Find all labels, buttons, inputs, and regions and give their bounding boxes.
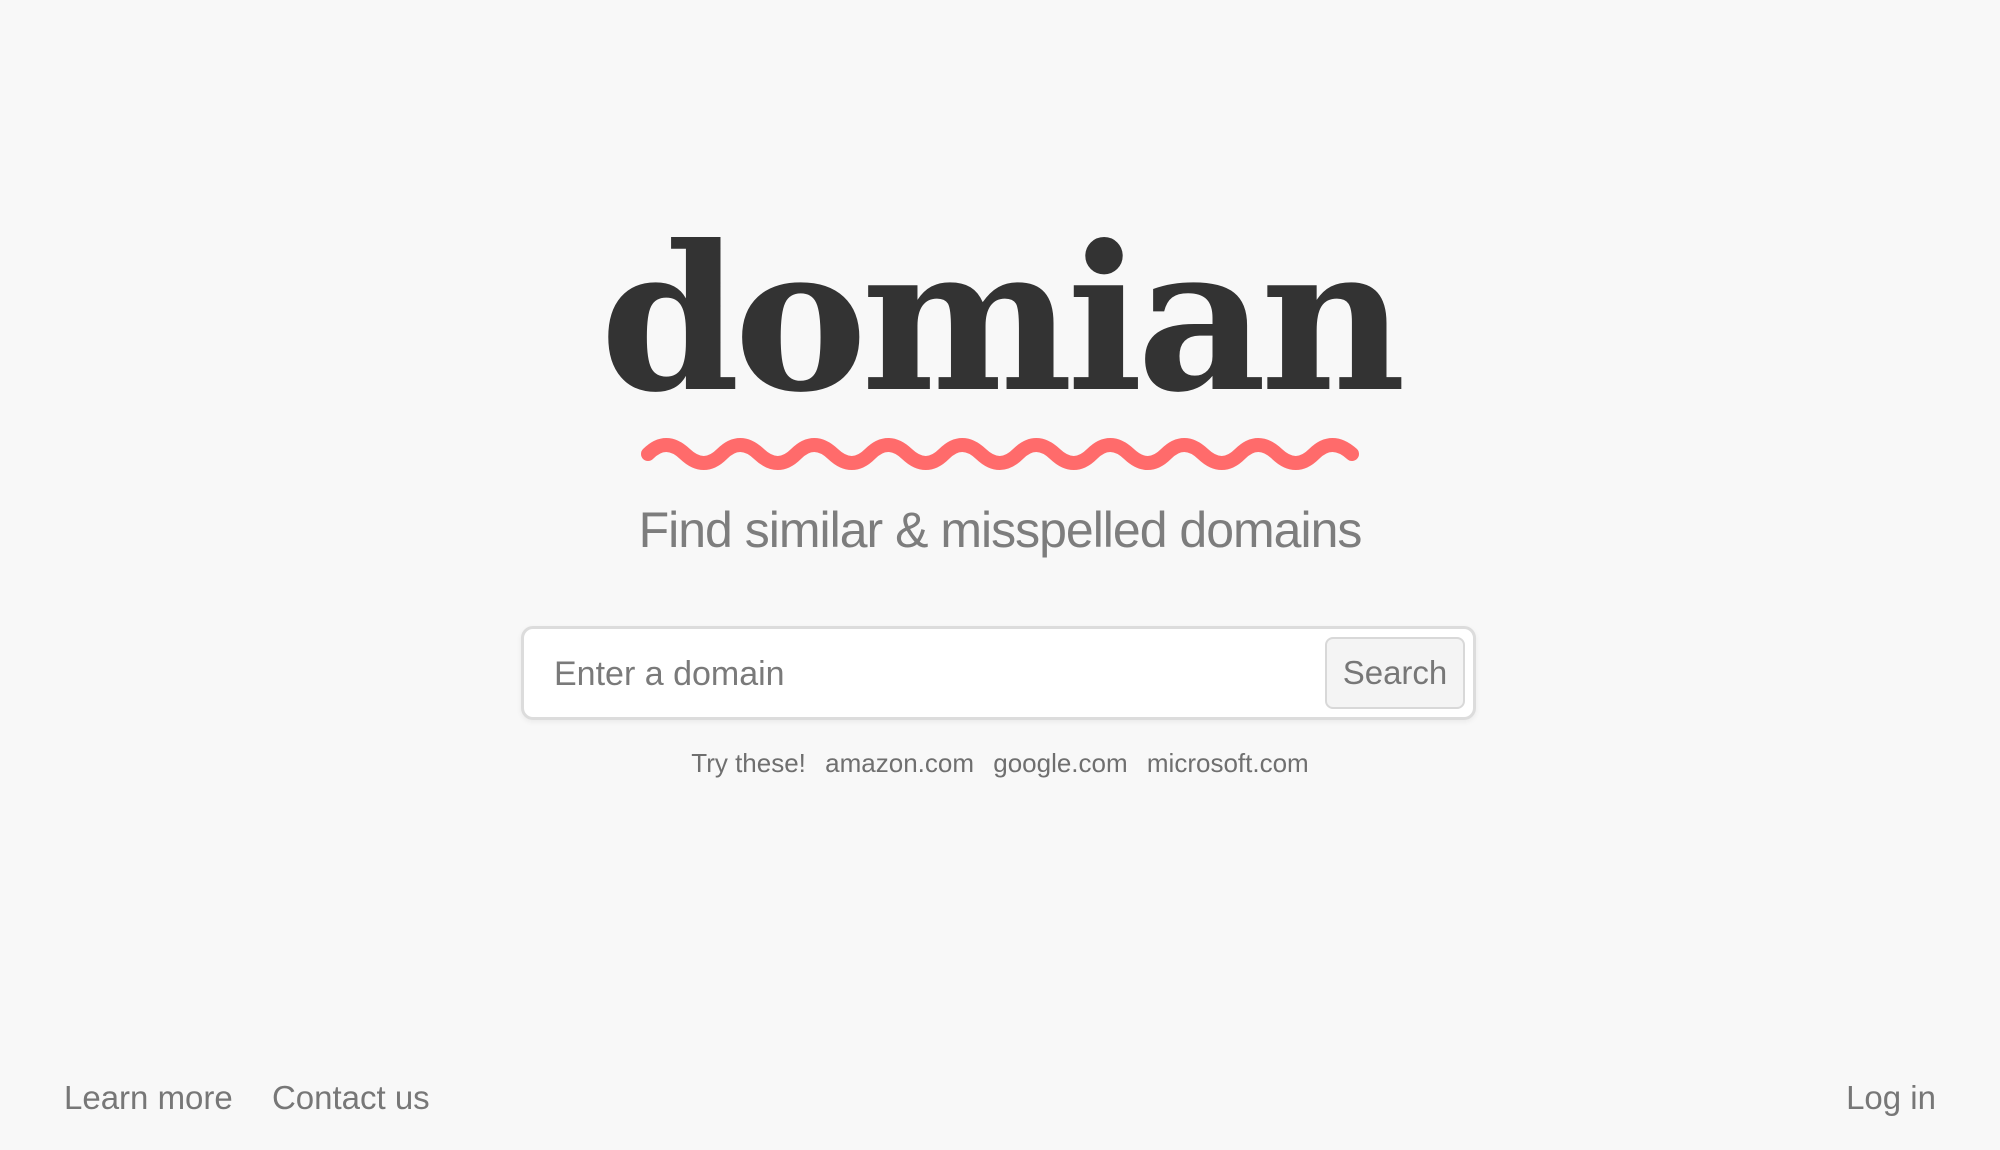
footer-right-links: Log in xyxy=(1846,1078,1936,1118)
suggestions-row: Try these! amazon.com google.com microso… xyxy=(0,745,2000,781)
footer-left-links: Learn more Contact us xyxy=(64,1078,460,1118)
contact-us-link[interactable]: Contact us xyxy=(272,1079,430,1116)
logo-wordmark: domian xyxy=(600,202,1406,437)
suggestion-microsoft[interactable]: microsoft.com xyxy=(1147,748,1309,778)
learn-more-link[interactable]: Learn more xyxy=(64,1079,233,1116)
hero-section: domian Find similar & misspelled domains… xyxy=(0,0,2000,1150)
suggestion-amazon[interactable]: amazon.com xyxy=(825,748,974,778)
search-box: Search xyxy=(521,626,1476,720)
suggestion-google[interactable]: google.com xyxy=(993,748,1127,778)
log-in-link[interactable]: Log in xyxy=(1846,1079,1936,1116)
tagline: Find similar & misspelled domains xyxy=(638,502,1363,558)
squiggle-path xyxy=(641,438,1359,470)
search-button[interactable]: Search xyxy=(1325,637,1465,709)
domain-search-input[interactable] xyxy=(552,643,1316,705)
squiggle-underline-icon xyxy=(641,438,1359,470)
suggestions-label: Try these! xyxy=(691,748,806,778)
